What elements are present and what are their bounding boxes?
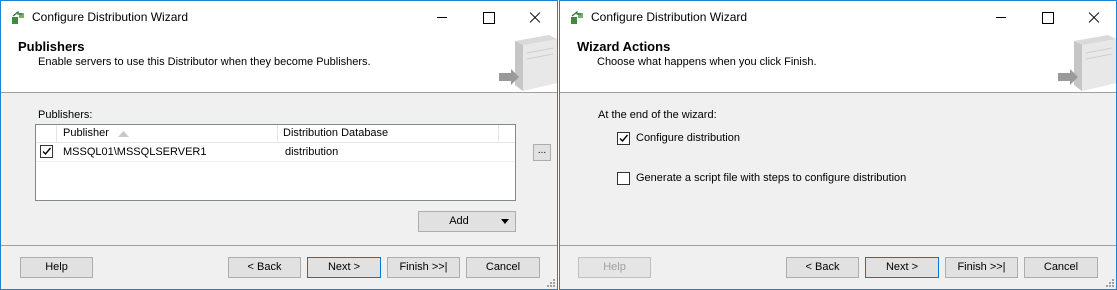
table-row[interactable]: MSSQL01\MSSQLSERVER1 distribution xyxy=(36,143,515,162)
server-graphic-icon xyxy=(1056,33,1116,92)
database-cell[interactable]: distribution xyxy=(285,146,338,158)
publisher-cell: MSSQL01\MSSQLSERVER1 xyxy=(63,146,207,158)
dropdown-arrow-icon xyxy=(501,219,509,224)
wizard-window-actions: Configure Distribution Wizard Wizard Act… xyxy=(559,0,1117,290)
add-button[interactable]: Add xyxy=(418,211,516,232)
sort-ascending-icon xyxy=(118,131,129,137)
help-button[interactable]: Help xyxy=(578,257,651,278)
page-description: Enable servers to use this Distributor w… xyxy=(38,56,371,68)
window-title: Configure Distribution Wizard xyxy=(32,10,189,24)
option-label: Configure distribution xyxy=(636,132,740,144)
grid-header: Publisher Distribution Database xyxy=(36,125,515,143)
publishers-grid[interactable]: Publisher Distribution Database MSSQL01\… xyxy=(35,124,551,201)
wizard-app-icon xyxy=(571,10,583,24)
next-button[interactable]: Next > xyxy=(865,257,939,278)
close-icon[interactable] xyxy=(512,1,557,33)
maximize-icon[interactable] xyxy=(466,1,511,33)
checkbox-checked-icon[interactable] xyxy=(40,145,53,158)
back-button[interactable]: < Back xyxy=(228,257,301,278)
page-title: Publishers xyxy=(18,39,85,54)
browse-button[interactable]: ... xyxy=(533,144,551,161)
option-configure-distribution[interactable]: Configure distribution xyxy=(617,132,917,147)
column-publisher[interactable]: Publisher xyxy=(63,127,109,139)
option-label: Generate a script file with steps to con… xyxy=(636,172,907,184)
title-bar: Configure Distribution Wizard xyxy=(560,1,1116,33)
server-graphic-icon xyxy=(497,33,557,92)
option-generate-script[interactable]: Generate a script file with steps to con… xyxy=(617,172,947,187)
publishers-label: Publishers: xyxy=(38,109,93,121)
resize-grip-icon[interactable] xyxy=(1105,278,1115,288)
minimize-icon[interactable] xyxy=(979,1,1024,33)
help-button[interactable]: Help xyxy=(20,257,93,278)
checkbox-unchecked-icon[interactable] xyxy=(617,172,630,185)
finish-button[interactable]: Finish >>| xyxy=(387,257,460,278)
wizard-app-icon xyxy=(12,10,24,24)
resize-grip-icon[interactable] xyxy=(546,278,556,288)
back-button[interactable]: < Back xyxy=(786,257,859,278)
finish-button[interactable]: Finish >>| xyxy=(945,257,1018,278)
wizard-window-publishers: Configure Distribution Wizard Publishers… xyxy=(0,0,558,290)
cancel-button[interactable]: Cancel xyxy=(466,257,540,278)
page-description: Choose what happens when you click Finis… xyxy=(597,56,817,68)
close-icon[interactable] xyxy=(1071,1,1116,33)
window-title: Configure Distribution Wizard xyxy=(591,10,748,24)
column-distribution-database[interactable]: Distribution Database xyxy=(283,127,388,139)
wizard-header: Wizard Actions Choose what happens when … xyxy=(560,33,1116,93)
intro-label: At the end of the wizard: xyxy=(598,109,717,121)
maximize-icon[interactable] xyxy=(1025,1,1070,33)
cancel-button[interactable]: Cancel xyxy=(1024,257,1098,278)
add-label: Add xyxy=(449,215,469,227)
checkbox-checked-icon[interactable] xyxy=(617,132,630,145)
next-button[interactable]: Next > xyxy=(307,257,381,278)
page-title: Wizard Actions xyxy=(577,39,671,54)
minimize-icon[interactable] xyxy=(420,1,465,33)
title-bar: Configure Distribution Wizard xyxy=(1,1,557,33)
wizard-header: Publishers Enable servers to use this Di… xyxy=(1,33,557,93)
